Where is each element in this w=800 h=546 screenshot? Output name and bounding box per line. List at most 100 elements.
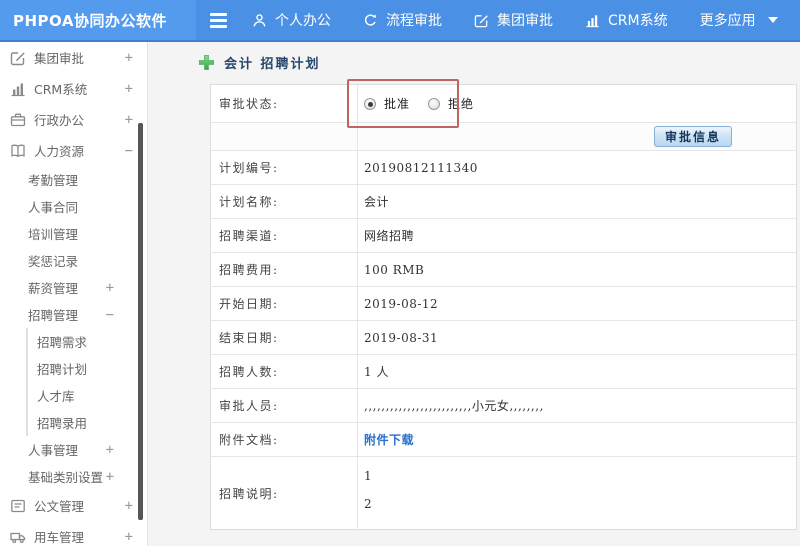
field-label: 审批状态:	[211, 85, 358, 122]
row-approval-action: 审批信息	[211, 123, 796, 151]
sidebar-item-recruit-demand[interactable]: 招聘需求	[26, 328, 147, 355]
nav-more-apps[interactable]: 更多应用	[700, 10, 778, 30]
radio-reject-icon[interactable]	[428, 97, 441, 110]
sidebar-item-recruit-hire[interactable]: 招聘录用	[26, 409, 147, 436]
sidebar-item-hr-contract[interactable]: 人事合同	[0, 193, 147, 220]
sidebar-scrollbar[interactable]	[138, 123, 143, 520]
detail-table: 审批状态: 批准 拒绝 审批信息 计划编号: 20190812111340 计划名称…	[210, 84, 797, 530]
expand-toggle-icon[interactable]: +	[125, 498, 133, 514]
page-title: 会计 招聘计划	[224, 57, 321, 72]
sidebar-item-personnel-mgmt[interactable]: 人事管理 +	[0, 436, 147, 463]
sidebar-item-label: 奖惩记录	[28, 254, 79, 269]
field-label: 招聘渠道:	[211, 219, 358, 252]
sidebar-item-label: 用车管理	[34, 530, 85, 545]
row-end-date: 结束日期: 2019-08-31	[211, 321, 796, 355]
expand-toggle-icon[interactable]: +	[125, 81, 133, 97]
expand-toggle-icon[interactable]: −	[106, 307, 114, 323]
sidebar-item-label: 人力资源	[34, 144, 85, 159]
sidebar-item-label: 人才库	[37, 389, 75, 404]
field-label: 计划名称:	[211, 185, 358, 218]
approval-info-button[interactable]: 审批信息	[653, 126, 732, 147]
sidebar-item-label: 招聘计划	[37, 362, 88, 377]
field-value: ,,,,,,,,,,,,,,,,,,,,,,,,,小元女,,,,,,,,	[358, 389, 796, 422]
briefcase-icon	[10, 112, 27, 128]
description-line: 1	[364, 469, 373, 483]
sidebar-item-document-mgmt[interactable]: 公文管理 +	[0, 490, 147, 521]
sidebar-item-vehicle-mgmt[interactable]: 用车管理 +	[0, 521, 147, 546]
field-value: 12	[358, 457, 796, 529]
field-value: 100 RMB	[358, 253, 796, 286]
page-header: 会计 招聘计划	[198, 53, 321, 72]
field-label: 结束日期:	[211, 321, 358, 354]
row-approval-status: 审批状态: 批准 拒绝	[211, 85, 796, 123]
field-label: 开始日期:	[211, 287, 358, 320]
sidebar-item-recruit-mgmt[interactable]: 招聘管理 −	[0, 301, 147, 328]
hamburger-icon[interactable]	[206, 12, 230, 28]
sidebar-item-admin-office[interactable]: 行政办公 +	[0, 104, 147, 135]
sidebar-item-talent-pool[interactable]: 人才库	[26, 382, 147, 409]
field-label-empty	[211, 123, 358, 150]
main-content: 会计 招聘计划 审批状态: 批准 拒绝 审批信息 计划编号: 2019081211…	[148, 42, 800, 546]
field-label: 计划编号:	[211, 151, 358, 184]
sidebar-item-label: 行政办公	[34, 113, 85, 128]
sidebar-item-human-resources[interactable]: 人力资源 −	[0, 135, 147, 166]
radio-reject[interactable]: 拒绝	[428, 95, 474, 112]
expand-toggle-icon[interactable]: +	[125, 50, 133, 66]
sidebar-item-label: 培训管理	[28, 227, 79, 242]
sidebar-item-label: 招聘管理	[28, 308, 79, 323]
top-nav: 个人办公 流程审批 集团审批 CRM系统 更多应用	[252, 10, 778, 30]
sidebar-item-label: 基础类别设置	[28, 470, 104, 485]
row-description: 招聘说明: 1 2	[211, 457, 796, 529]
topbar: PHPOA协同办公软件 个人办公 流程审批 集团审批 CRM系统 更多应用	[0, 0, 800, 42]
field-value: 网络招聘	[358, 219, 796, 252]
nav-group-approval[interactable]: 集团审批	[474, 10, 553, 30]
expand-toggle-icon[interactable]: +	[106, 469, 114, 485]
sidebar-item-label: 人事合同	[28, 200, 79, 215]
field-label: 审批人员:	[211, 389, 358, 422]
nav-workflow-approval[interactable]: 流程审批	[363, 10, 442, 30]
sidebar-item-label: 招聘录用	[37, 416, 88, 431]
attachment-download-link[interactable]: 附件下载	[364, 431, 414, 448]
radio-approve[interactable]: 批准	[364, 95, 410, 112]
edit-square-icon	[474, 13, 489, 28]
expand-toggle-icon[interactable]: −	[125, 143, 133, 159]
sidebar-item-recruit-plan[interactable]: 招聘计划	[26, 355, 147, 382]
description-line: 2	[364, 497, 373, 511]
sidebar-item-salary[interactable]: 薪资管理 +	[0, 274, 147, 301]
row-recruit-fee: 招聘费用: 100 RMB	[211, 253, 796, 287]
row-start-date: 开始日期: 2019-08-12	[211, 287, 796, 321]
expand-toggle-icon[interactable]: +	[125, 529, 133, 545]
sidebar-item-group-approval[interactable]: 集团审批 +	[0, 42, 147, 73]
nav-crm-system[interactable]: CRM系统	[585, 10, 668, 30]
field-label: 招聘费用:	[211, 253, 358, 286]
row-plan-name: 计划名称: 会计	[211, 185, 796, 219]
field-value: 批准 拒绝	[358, 85, 796, 122]
sidebar-item-attendance[interactable]: 考勤管理	[0, 166, 147, 193]
field-value-text: ,,,,,,,,,,,,,,,,,,,,,,,,,小元女,,,,,,,,	[364, 399, 544, 413]
field-label: 招聘人数:	[211, 355, 358, 388]
field-value: 2019-08-12	[358, 287, 796, 320]
expand-toggle-icon[interactable]: +	[125, 112, 133, 128]
expand-toggle-icon[interactable]: +	[106, 280, 114, 296]
person-icon	[252, 13, 267, 28]
nav-personal-office[interactable]: 个人办公	[252, 10, 331, 30]
field-value-text: 2019-08-31	[364, 330, 439, 345]
expand-toggle-icon[interactable]: +	[106, 442, 114, 458]
bar-chart-icon	[10, 81, 27, 97]
field-value-text: 100 RMB	[364, 262, 425, 277]
row-plan-number: 计划编号: 20190812111340	[211, 151, 796, 185]
detail-rows: 计划编号: 20190812111340 计划名称: 会计 招聘渠道: 网络招聘 招聘费用:…	[211, 151, 796, 529]
radio-approve-icon[interactable]	[364, 97, 376, 110]
radio-reject-label: 拒绝	[448, 97, 475, 111]
nav-label: 更多应用	[699, 13, 756, 29]
sidebar-item-base-category[interactable]: 基础类别设置 +	[0, 463, 147, 490]
sidebar-item-reward-punishment[interactable]: 奖惩记录	[0, 247, 147, 274]
sidebar-item-training[interactable]: 培训管理	[0, 220, 147, 247]
sidebar-item-crm-system[interactable]: CRM系统 +	[0, 73, 147, 104]
app-logo: PHPOA协同办公软件	[0, 0, 196, 40]
nav-label: 集团审批	[497, 13, 553, 29]
sidebar-item-label: 集团审批	[34, 51, 85, 66]
add-icon	[198, 54, 215, 71]
field-value-text: 20190812111340	[364, 160, 478, 175]
sidebar-item-label: CRM系统	[34, 82, 88, 97]
